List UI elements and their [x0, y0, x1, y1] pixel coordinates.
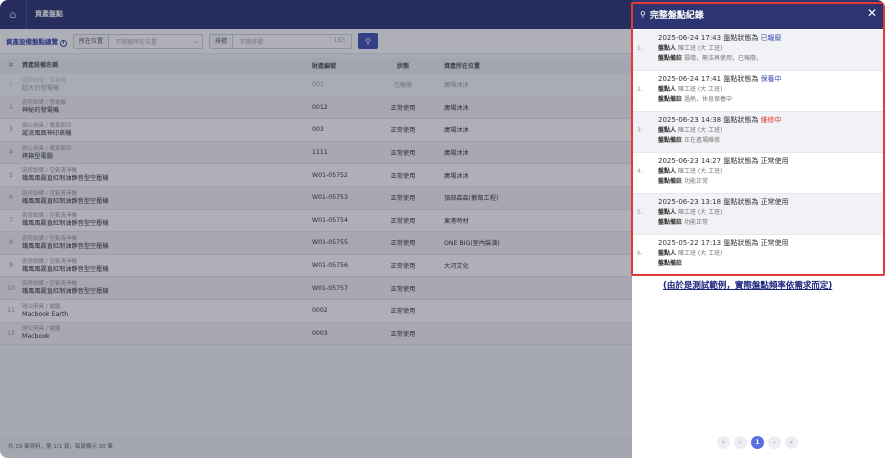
record-list: 1. 2025-06-24 17:43 盤點狀態為 已報廢 盤點人 陳工班 (大 工…	[633, 30, 883, 276]
record-status: 正常使用	[760, 157, 789, 165]
test-note: (由於是測試範例，實際盤點頻率依需求而定)	[663, 281, 833, 291]
remark-label: 盤點備註	[658, 137, 683, 144]
record-person-line: 盤點人 陳工班 (大 工班)	[658, 44, 883, 54]
remark-label: 盤點備註	[658, 260, 683, 267]
record-status: 已報廢	[760, 34, 782, 42]
record-person-line: 盤點人 陳工班 (大 工班)	[658, 167, 883, 177]
search-icon: ⚲	[640, 10, 646, 19]
record-number: 6.	[637, 250, 643, 257]
record-headline: 2025-05-22 17:13 盤點狀態為 正常使用	[658, 238, 883, 249]
last-page-button[interactable]: »	[785, 436, 798, 449]
record-number: 3.	[637, 127, 643, 134]
record-person: 陳工班 (大 工班)	[677, 168, 723, 175]
person-label: 盤點人	[658, 250, 677, 257]
record-person: 陳工班 (大 工班)	[677, 45, 723, 52]
record-prefix: 盤點狀態為	[723, 239, 759, 247]
remark-label: 盤點備註	[658, 55, 683, 62]
first-page-button[interactable]: «	[717, 436, 730, 449]
record-number: 2.	[637, 86, 643, 93]
record-datetime: 2025-06-24 17:41	[658, 75, 722, 83]
person-label: 盤點人	[658, 168, 677, 175]
record-datetime: 2025-06-24 17:43	[658, 34, 722, 42]
record-item: 3. 2025-06-23 14:38 盤點狀態為 維修中 盤點人 陳工班 (大 工…	[633, 112, 883, 153]
record-prefix: 盤點狀態為	[723, 34, 759, 42]
record-person: 陳工班 (大 工班)	[677, 209, 723, 216]
remark-label: 盤點備註	[658, 219, 683, 226]
record-person-line: 盤點人 陳工班 (大 工班)	[658, 85, 883, 95]
record-person: 陳工班 (大 工班)	[677, 250, 723, 257]
record-item: 2. 2025-06-24 17:41 盤點狀態為 保養中 盤點人 陳工班 (大 工…	[633, 71, 883, 112]
record-status: 保養中	[760, 75, 782, 83]
next-page-button[interactable]: ›	[768, 436, 781, 449]
record-remark-line: 盤點備註 功能正常	[658, 177, 883, 187]
record-status: 正常使用	[760, 198, 789, 206]
record-remark-line: 盤點備註	[658, 259, 883, 269]
record-remark: 損壞，無法再使用，已報廢。	[683, 55, 762, 62]
person-label: 盤點人	[658, 45, 677, 52]
record-remark: 過熱，休息保養中	[683, 96, 732, 103]
record-remark: 正在進場維修	[683, 137, 720, 144]
record-headline: 2025-06-24 17:41 盤點狀態為 保養中	[658, 74, 883, 85]
app-window: ⌂ 資產盤點 資產設備盤點總覽 i 所在位置 不限器所在位置 ⌄ 排號 不限排號 1…	[0, 0, 885, 458]
record-item: 5. 2025-06-23 13:18 盤點狀態為 正常使用 盤點人 陳工班 (大 …	[633, 194, 883, 235]
record-status: 正常使用	[760, 239, 789, 247]
record-headline: 2025-06-23 14:27 盤點狀態為 正常使用	[658, 156, 883, 167]
prev-page-button[interactable]: ‹	[734, 436, 747, 449]
record-remark-line: 盤點備註 正在進場維修	[658, 136, 883, 146]
close-icon[interactable]: ✕	[867, 6, 877, 20]
record-person: 陳工班 (大 工班)	[677, 86, 723, 93]
person-label: 盤點人	[658, 86, 677, 93]
record-datetime: 2025-06-23 14:38	[658, 116, 722, 124]
record-number: 1.	[637, 45, 643, 52]
record-prefix: 盤點狀態為	[723, 116, 759, 124]
record-prefix: 盤點狀態為	[723, 198, 759, 206]
record-person-line: 盤點人 陳工班 (大 工班)	[658, 126, 883, 136]
record-datetime: 2025-05-22 17:13	[658, 239, 722, 247]
person-label: 盤點人	[658, 127, 677, 134]
record-status: 維修中	[760, 116, 782, 124]
record-number: 5.	[637, 209, 643, 216]
pagination: « ‹ 1 › »	[717, 436, 798, 449]
record-person-line: 盤點人 陳工班 (大 工班)	[658, 208, 883, 218]
modal-overlay[interactable]	[0, 0, 632, 458]
record-person: 陳工班 (大 工班)	[677, 127, 723, 134]
drawer-title: 完整盤點紀錄	[649, 11, 704, 21]
record-item: 6. 2025-05-22 17:13 盤點狀態為 正常使用 盤點人 陳工班 (大 …	[633, 235, 883, 276]
person-label: 盤點人	[658, 209, 677, 216]
record-person-line: 盤點人 陳工班 (大 工班)	[658, 249, 883, 259]
record-prefix: 盤點狀態為	[723, 75, 759, 83]
record-prefix: 盤點狀態為	[723, 157, 759, 165]
record-remark-line: 盤點備註 損壞，無法再使用，已報廢。	[658, 54, 883, 64]
record-remark: 功能正常	[683, 178, 708, 185]
record-item: 4. 2025-06-23 14:27 盤點狀態為 正常使用 盤點人 陳工班 (大 …	[633, 153, 883, 194]
record-remark-line: 盤點備註 功能正常	[658, 218, 883, 228]
record-item: 1. 2025-06-24 17:43 盤點狀態為 已報廢 盤點人 陳工班 (大 工…	[633, 30, 883, 71]
drawer-header: ⚲ 完整盤點紀錄	[632, 0, 885, 29]
remark-label: 盤點備註	[658, 178, 683, 185]
record-headline: 2025-06-23 13:18 盤點狀態為 正常使用	[658, 197, 883, 208]
record-datetime: 2025-06-23 14:27	[658, 157, 722, 165]
record-datetime: 2025-06-23 13:18	[658, 198, 722, 206]
page-1-button[interactable]: 1	[751, 436, 764, 449]
record-number: 4.	[637, 168, 643, 175]
record-headline: 2025-06-24 17:43 盤點狀態為 已報廢	[658, 33, 883, 44]
record-remark-line: 盤點備註 過熱，休息保養中	[658, 95, 883, 105]
remark-label: 盤點備註	[658, 96, 683, 103]
record-headline: 2025-06-23 14:38 盤點狀態為 維修中	[658, 115, 883, 126]
record-remark: 功能正常	[683, 219, 708, 226]
